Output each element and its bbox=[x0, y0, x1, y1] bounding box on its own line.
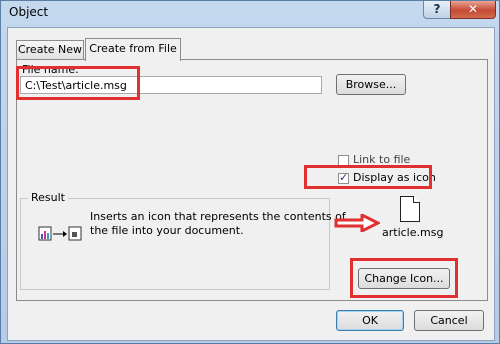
result-title: Result bbox=[28, 191, 68, 204]
browse-button[interactable]: Browse... bbox=[336, 74, 406, 95]
ok-button[interactable]: OK bbox=[336, 310, 404, 331]
window-title: Object bbox=[9, 5, 49, 19]
red-arrow-icon bbox=[334, 214, 380, 232]
file-preview-icon bbox=[400, 196, 420, 222]
tab-create-from-file-label: Create from File bbox=[89, 42, 177, 55]
dialog-body: Create New Create from File File name: C… bbox=[7, 27, 495, 341]
icon-caption: article.msg bbox=[382, 226, 444, 239]
browse-button-label: Browse... bbox=[345, 78, 397, 91]
close-button[interactable]: ✕ bbox=[450, 1, 496, 19]
title-bar[interactable]: Object ? ✕ bbox=[1, 1, 499, 23]
object-dialog: Object ? ✕ Create New Create from File F… bbox=[0, 0, 500, 344]
help-button[interactable]: ? bbox=[423, 1, 451, 19]
cancel-button[interactable]: Cancel bbox=[414, 310, 484, 331]
tab-create-new-label: Create New bbox=[17, 43, 83, 56]
result-description-line-1: Inserts an icon that represents the cont… bbox=[90, 210, 346, 223]
ok-button-label: OK bbox=[362, 314, 378, 327]
result-description-line-2: the file into your document. bbox=[90, 224, 244, 237]
insert-icon-illustration-icon bbox=[38, 226, 86, 242]
tab-create-new[interactable]: Create New bbox=[16, 40, 84, 59]
tab-create-from-file[interactable]: Create from File bbox=[85, 38, 181, 61]
display-as-icon-highlight bbox=[304, 165, 432, 189]
cancel-button-label: Cancel bbox=[430, 314, 468, 327]
change-icon-highlight bbox=[350, 258, 458, 298]
file-name-highlight bbox=[16, 66, 140, 100]
